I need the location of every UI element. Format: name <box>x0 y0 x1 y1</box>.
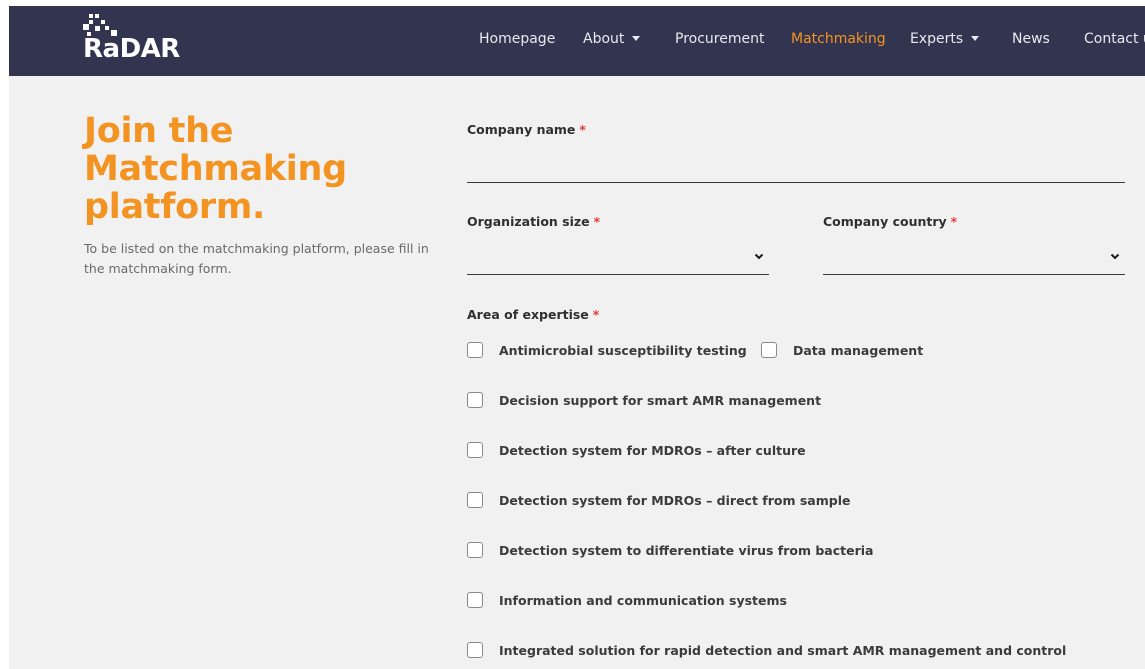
radar-logo[interactable]: RaDAR <box>83 14 183 70</box>
nav-item-homepage[interactable]: Homepage <box>479 31 555 47</box>
caret-down-icon <box>971 36 980 41</box>
page-description: To be listed on the matchmaking platform… <box>84 241 429 276</box>
nav-item-contact[interactable]: Contact u <box>1084 31 1145 47</box>
area-of-expertise-label: Area of expertise * <box>467 307 599 322</box>
page-title-line-3: platform. <box>84 187 265 227</box>
organization-size-label: Organization size * <box>467 214 600 229</box>
top-navbar: RaDAR Homepage About Procurement Matchma… <box>9 6 1145 76</box>
company-country-select[interactable] <box>823 244 1125 270</box>
nav-item-matchmaking[interactable]: Matchmaking <box>791 31 886 47</box>
page-title: Join the Matchmaking platform. <box>84 112 384 226</box>
checkbox-label: Detection system to differentiate virus … <box>499 543 874 558</box>
page-title-line-1: Join the <box>84 111 234 151</box>
required-mark: * <box>593 214 601 229</box>
checkbox[interactable] <box>761 342 777 358</box>
checkbox[interactable] <box>467 442 483 458</box>
logo-text: RaDAR <box>83 34 180 64</box>
organization-size-underline <box>467 274 769 275</box>
company-country-underline <box>823 274 1125 275</box>
checkbox-label: Data management <box>793 343 924 358</box>
checkbox[interactable] <box>467 492 483 508</box>
checkbox-label: Decision support for smart AMR managemen… <box>499 393 822 408</box>
company-name-input[interactable] <box>467 156 1123 180</box>
checkbox[interactable] <box>467 592 483 608</box>
nav-item-label: Experts <box>910 31 964 47</box>
checkbox-label: Detection system for MDROs – after cultu… <box>499 443 806 458</box>
nav-item-label: Procurement <box>675 31 765 47</box>
required-mark: * <box>592 307 600 322</box>
nav-item-news[interactable]: News <box>1012 31 1050 47</box>
checkbox[interactable] <box>467 542 483 558</box>
nav-item-label: Homepage <box>479 31 556 47</box>
checkbox-label: Antimicrobial susceptibility testing <box>499 343 747 358</box>
label-text: Company name <box>467 122 576 137</box>
nav-item-procurement[interactable]: Procurement <box>675 31 764 47</box>
checkbox[interactable] <box>467 642 483 658</box>
chevron-down-icon <box>754 253 764 260</box>
required-mark: * <box>950 214 958 229</box>
checkbox-label: Information and communication systems <box>499 593 787 608</box>
chevron-down-icon <box>1110 253 1120 260</box>
checkbox[interactable] <box>467 392 483 408</box>
nav-item-about[interactable]: About <box>583 31 641 47</box>
nav-item-label: About <box>583 31 625 47</box>
nav-item-experts[interactable]: Experts <box>910 31 980 47</box>
required-mark: * <box>579 122 586 137</box>
label-text: Area of expertise <box>467 307 589 322</box>
nav-item-label: Matchmaking <box>791 31 886 47</box>
organization-size-select[interactable] <box>467 244 769 270</box>
label-text: Organization size <box>467 214 590 229</box>
checkbox-label: Detection system for MDROs – direct from… <box>499 493 851 508</box>
nav-item-label: Contact u <box>1084 31 1145 47</box>
company-name-underline <box>467 182 1125 183</box>
company-name-label: Company name * <box>467 122 586 137</box>
checkbox[interactable] <box>467 342 483 358</box>
company-country-label: Company country * <box>823 214 957 229</box>
caret-down-icon <box>632 36 641 41</box>
page-title-line-2: Matchmaking <box>84 149 347 189</box>
checkbox-label: Integrated solution for rapid detection … <box>499 643 1067 658</box>
label-text: Company country <box>823 214 947 229</box>
nav-item-label: News <box>1012 31 1050 47</box>
page: RaDAR Homepage About Procurement Matchma… <box>9 6 1145 669</box>
